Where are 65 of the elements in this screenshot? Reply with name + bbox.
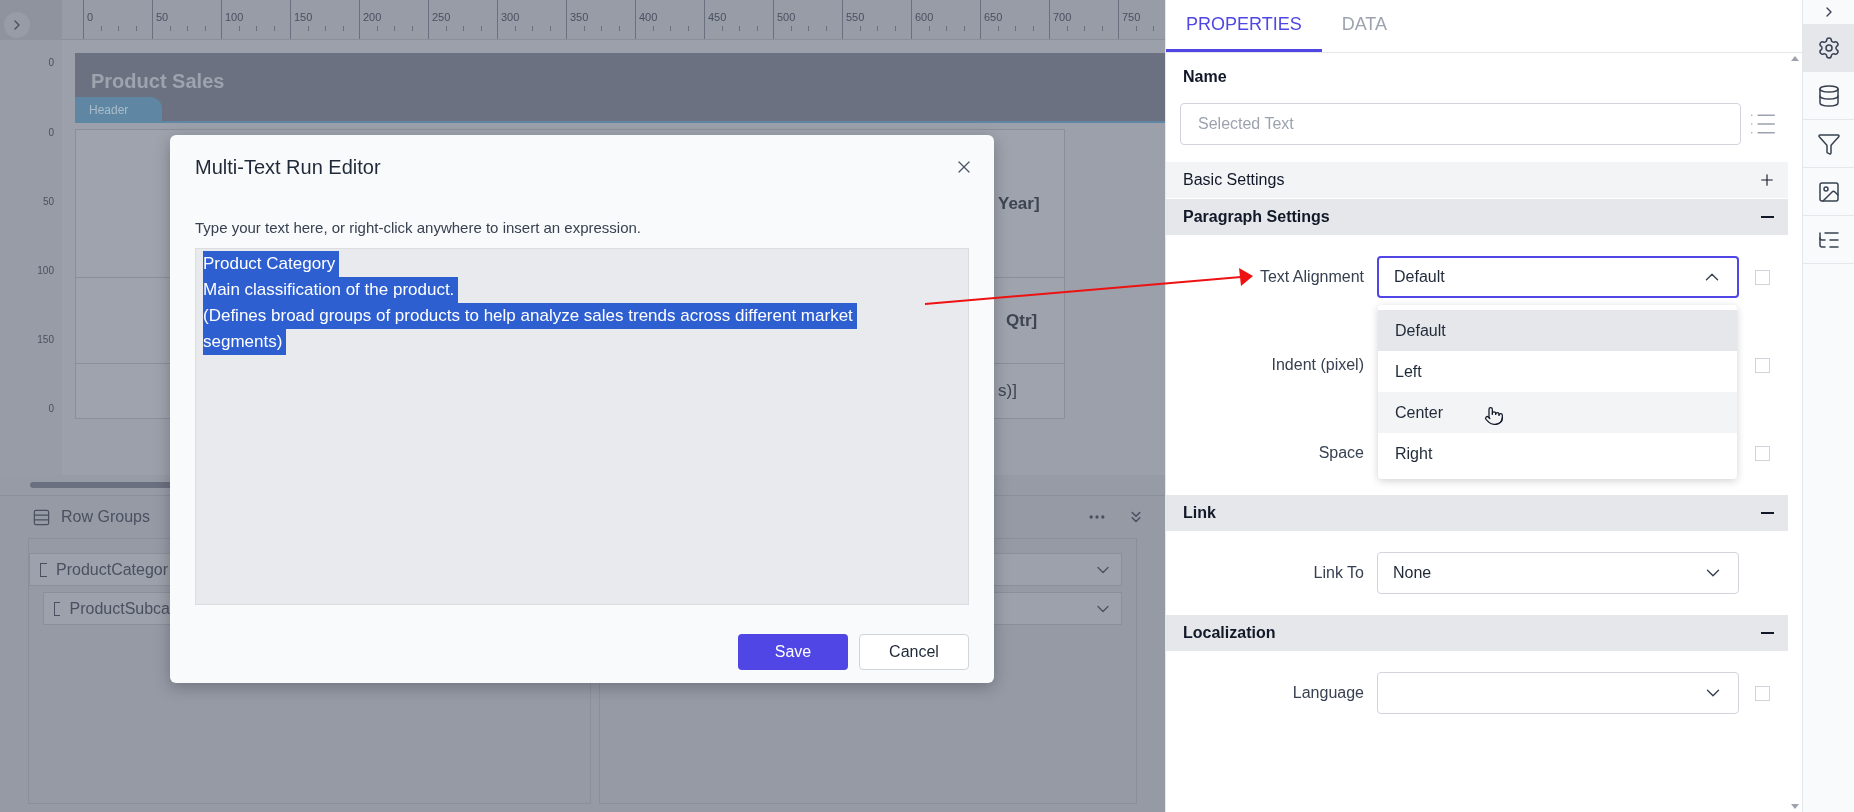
cell-text: s)] bbox=[998, 380, 1017, 403]
ruler-number: 600 bbox=[914, 11, 934, 23]
field-label: Language bbox=[1291, 683, 1365, 703]
dropdown[interactable]: Default bbox=[1377, 256, 1739, 298]
section-header[interactable]: Link bbox=[1166, 495, 1788, 531]
dropdown[interactable] bbox=[1377, 672, 1739, 714]
panel-tab[interactable]: PROPERTIES bbox=[1166, 0, 1322, 52]
ruler-number: 50 bbox=[42, 196, 54, 208]
ruler-number: 150 bbox=[37, 334, 54, 346]
checkbox[interactable] bbox=[1755, 685, 1770, 701]
database-icon bbox=[1816, 83, 1841, 108]
toolbar-button[interactable] bbox=[1803, 24, 1854, 72]
dropdown-option[interactable]: Right bbox=[1378, 433, 1737, 474]
ruler-number: 100 bbox=[37, 265, 54, 277]
ruler-number: 0 bbox=[48, 57, 54, 69]
ruler-number: 500 bbox=[776, 11, 796, 23]
text-editor[interactable]: Product Category Main classification of the product. (Defines broad groups of products to help analyze sales trends across different market segments) bbox=[195, 247, 969, 605]
save-button[interactable]: Save bbox=[738, 633, 848, 670]
name-field[interactable]: Selected Text bbox=[1180, 103, 1741, 145]
section-header[interactable]: Basic Settings bbox=[1166, 162, 1788, 198]
ruler-number: 0 bbox=[48, 403, 54, 415]
ruler-number: 0 bbox=[48, 127, 54, 139]
field-label: Indent (pixel) bbox=[1270, 355, 1365, 375]
hand-cursor-icon bbox=[1484, 406, 1504, 426]
ruler-number: 0 bbox=[86, 11, 94, 23]
expand-icon bbox=[1758, 171, 1776, 189]
ruler-number: 700 bbox=[1052, 11, 1072, 23]
editor-hint: Type your text here, or right-click anywhere to insert an expression. bbox=[195, 218, 643, 238]
ruler-number: 50 bbox=[155, 11, 169, 23]
ruler-number: 650 bbox=[983, 11, 1003, 23]
expand-button[interactable] bbox=[4, 12, 30, 38]
ruler-number: 450 bbox=[707, 11, 727, 23]
ruler-number: 350 bbox=[569, 11, 589, 23]
cancel-button[interactable]: Cancel bbox=[859, 633, 969, 670]
cell-text: Qtr] bbox=[1006, 309, 1038, 332]
filter-icon bbox=[1816, 131, 1841, 156]
field-label: Space bbox=[1317, 443, 1365, 463]
dropdown-option[interactable]: Default bbox=[1378, 310, 1737, 351]
cell-text: Year] bbox=[998, 192, 1040, 215]
section-header[interactable]: Localization bbox=[1166, 615, 1788, 651]
ruler-number: 250 bbox=[431, 11, 451, 23]
checkbox[interactable] bbox=[1755, 445, 1770, 461]
dialog-title: Multi-Text Run Editor bbox=[195, 155, 381, 180]
panel-title: Row Groups bbox=[61, 507, 150, 527]
ruler-number: 300 bbox=[500, 11, 520, 23]
bracket-icon bbox=[54, 601, 61, 616]
ruler-number: 200 bbox=[362, 11, 382, 23]
checkbox[interactable] bbox=[1755, 269, 1770, 285]
field-label: Link To bbox=[1312, 563, 1365, 583]
name-label: Name bbox=[1183, 67, 1228, 87]
checkbox[interactable] bbox=[1755, 357, 1770, 373]
ruler-number: 750 bbox=[1121, 11, 1141, 23]
rows-icon bbox=[32, 507, 51, 527]
section-header[interactable]: Paragraph Settings bbox=[1166, 199, 1788, 235]
bracket-icon bbox=[40, 562, 47, 577]
gear-icon bbox=[1816, 35, 1841, 60]
ruler-number: 550 bbox=[845, 11, 865, 23]
ruler-number: 100 bbox=[224, 11, 244, 23]
ruler-number: 150 bbox=[293, 11, 313, 23]
ruler-number: 400 bbox=[638, 11, 658, 23]
dropdown-option[interactable]: Center bbox=[1378, 392, 1737, 433]
image-settings-icon bbox=[1816, 179, 1841, 204]
dropdown[interactable]: None bbox=[1377, 552, 1739, 594]
field-label: Text Alignment bbox=[1258, 267, 1365, 287]
dropdown-option[interactable]: Left bbox=[1378, 351, 1737, 392]
